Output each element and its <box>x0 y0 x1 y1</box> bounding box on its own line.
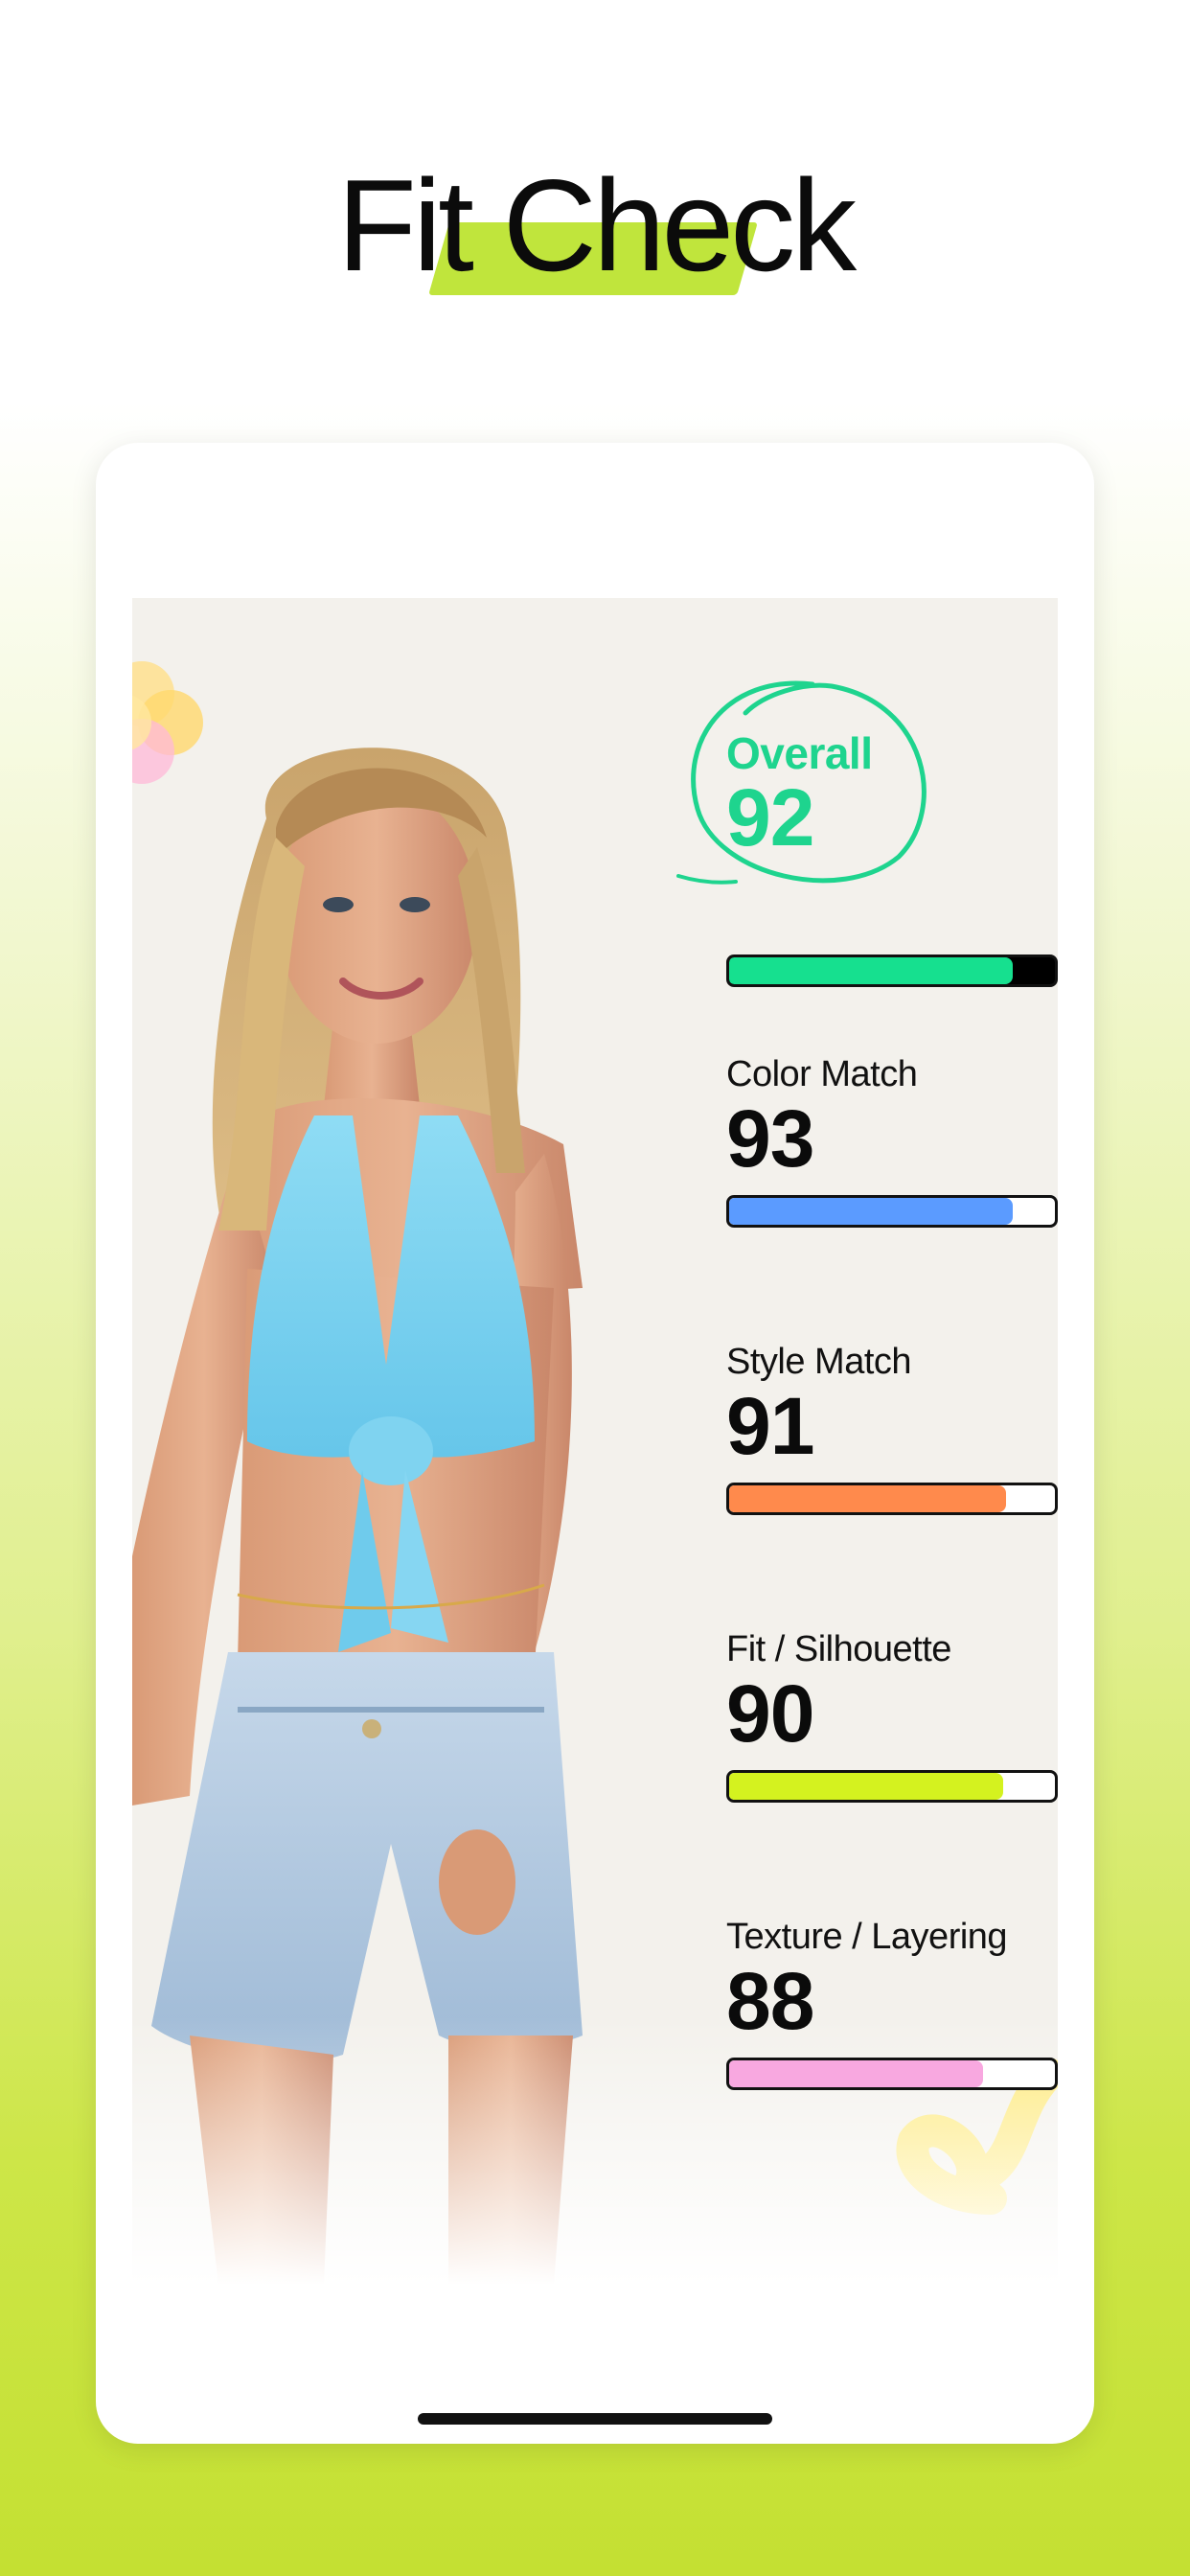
score-texture-bar-fill <box>729 2060 984 2087</box>
score-fit-value: 90 <box>726 1668 814 1759</box>
score-overall-bar <box>726 954 1058 987</box>
score-fit-bar-fill <box>729 1773 1003 1800</box>
score-style-match-label: Style Match <box>726 1342 912 1382</box>
score-overall: Overall 92 <box>676 680 1058 987</box>
score-color-match-value: 93 <box>726 1093 814 1184</box>
score-texture-layering: Texture / Layering 88 <box>726 1916 1058 2090</box>
score-texture-bar <box>726 2058 1058 2090</box>
outfit-photo-panel: Overall 92 Color Match 93 Style Match 91 <box>132 598 1058 2285</box>
score-overall-bar-fill <box>729 957 1013 984</box>
photo-bottom-fade <box>132 2016 1058 2285</box>
score-fit-label: Fit / Silhouette <box>726 1629 951 1669</box>
score-overall-label: Overall <box>726 728 873 778</box>
home-indicator[interactable] <box>418 2413 772 2425</box>
score-fit-bar <box>726 1770 1058 1803</box>
score-color-match-bar <box>726 1195 1058 1228</box>
score-fit-silhouette: Fit / Silhouette 90 <box>726 1628 1058 1803</box>
score-style-match: Style Match 91 <box>726 1341 1058 1515</box>
score-color-match-bar-fill <box>729 1198 1013 1225</box>
fit-check-card: Overall 92 Color Match 93 Style Match 91 <box>96 443 1094 2444</box>
header: Fit Check <box>0 0 1190 383</box>
score-texture-label: Texture / Layering <box>726 1917 1008 1957</box>
score-color-match: Color Match 93 <box>726 1053 1058 1228</box>
score-style-match-bar <box>726 1483 1058 1515</box>
score-style-match-value: 91 <box>726 1381 814 1471</box>
score-style-match-bar-fill <box>729 1485 1006 1512</box>
score-color-match-label: Color Match <box>726 1054 918 1094</box>
score-texture-value: 88 <box>726 1956 814 2046</box>
score-overall-value: 92 <box>726 772 814 862</box>
page-title: Fit Check <box>336 152 857 298</box>
